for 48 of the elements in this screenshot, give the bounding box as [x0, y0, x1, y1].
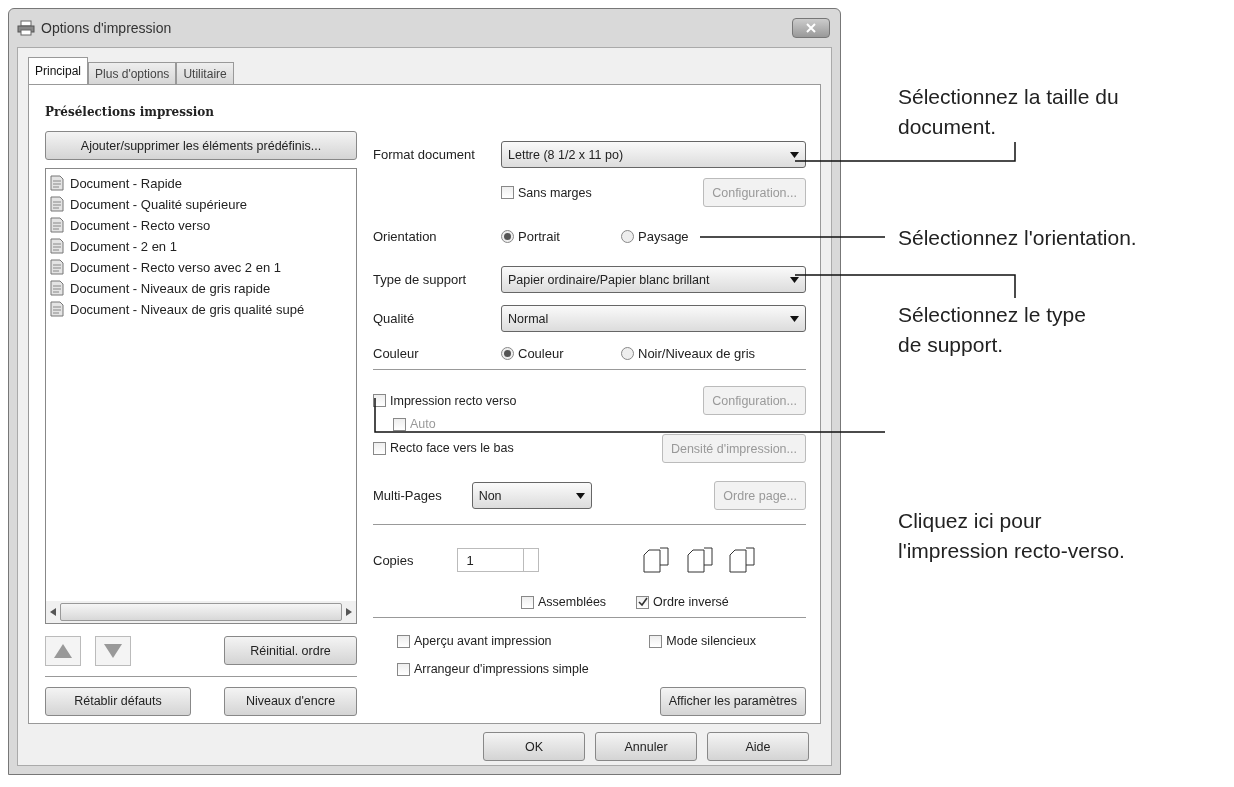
field-label: Type de support — [373, 272, 468, 287]
field-label: Qualité — [373, 311, 416, 326]
list-item[interactable]: Document - Niveaux de gris rapide — [50, 280, 352, 296]
checkbox[interactable]: Impression recto verso — [373, 393, 517, 408]
radio-button[interactable]: Noir/Niveaux de gris — [621, 346, 756, 361]
checkbox[interactable]: Ordre inversé — [636, 595, 729, 609]
quality-dropdown[interactable]: Normal — [501, 305, 806, 332]
callout-text: Sélectionnez l'orientation. — [898, 225, 1137, 251]
tab[interactable]: Principal — [28, 57, 89, 84]
field-label: Multi-Pages — [373, 488, 442, 503]
ink-levels-button[interactable]: Niveaux d'encre — [224, 686, 357, 716]
list-item[interactable]: Document - Recto verso avec 2 en 1 — [50, 259, 352, 275]
checkbox[interactable]: Recto face vers le bas — [373, 441, 514, 455]
field-label: Orientation — [373, 229, 438, 244]
dialog-button[interactable]: Aide — [707, 732, 809, 761]
media-type-dropdown[interactable]: Papier ordinaire/Papier blanc brillant — [501, 266, 806, 293]
dialog-button[interactable]: OK — [483, 732, 585, 761]
checkbox[interactable]: Arrangeur d'impressions simple — [397, 662, 589, 676]
list-item[interactable]: Document - Rapide — [50, 175, 352, 191]
restore-defaults-button[interactable]: Rétablir défauts — [45, 686, 191, 716]
checkbox[interactable]: Sans marges — [501, 185, 592, 200]
callout-text: Sélectionnez la taille du document. — [898, 84, 1119, 140]
window-title: Options d'impression — [41, 20, 173, 36]
checkbox[interactable]: Mode silencieux — [649, 634, 756, 648]
paper-size-dropdown[interactable]: Lettre (8 1/2 x 11 po) — [501, 141, 806, 168]
radio-button[interactable]: Portrait — [501, 229, 621, 244]
field-label: Couleur — [373, 346, 420, 361]
add-remove-presets-button[interactable]: Ajouter/supprimer les éléments prédéfinis... — [45, 131, 357, 160]
list-item[interactable]: Document - Qualité supérieure — [50, 196, 352, 212]
show-settings-button[interactable]: Afficher les paramètres — [659, 686, 806, 716]
radio-button[interactable]: Couleur — [501, 346, 621, 361]
field-label: Copies — [373, 552, 414, 568]
tab[interactable]: Utilitaire — [176, 62, 234, 84]
reset-order-button[interactable]: Réinitial. ordre — [224, 636, 357, 665]
callout-text: Cliquez ici pour l'impression recto-verso. — [898, 508, 1125, 564]
field-label: Format document — [373, 147, 476, 162]
dialog-button[interactable]: Annuler — [595, 732, 697, 761]
list-item[interactable]: Document - Recto verso — [50, 217, 352, 233]
checkbox[interactable]: Aperçu avant impression — [397, 634, 552, 648]
checkbox[interactable]: Assemblées — [521, 595, 607, 609]
section-title: Présélections impression — [45, 105, 216, 119]
multipage-dropdown[interactable]: Non — [471, 482, 592, 509]
radio-button[interactable]: Paysage — [621, 229, 741, 244]
copies-spinner[interactable]: 1 — [457, 548, 540, 572]
list-item[interactable]: Document - Niveaux de gris qualité supé — [50, 301, 352, 317]
callout-text: Sélectionnez le type de support. — [898, 302, 1086, 358]
list-item[interactable]: Document - 2 en 1 — [50, 238, 352, 254]
tab[interactable]: Plus d'options — [88, 62, 177, 84]
